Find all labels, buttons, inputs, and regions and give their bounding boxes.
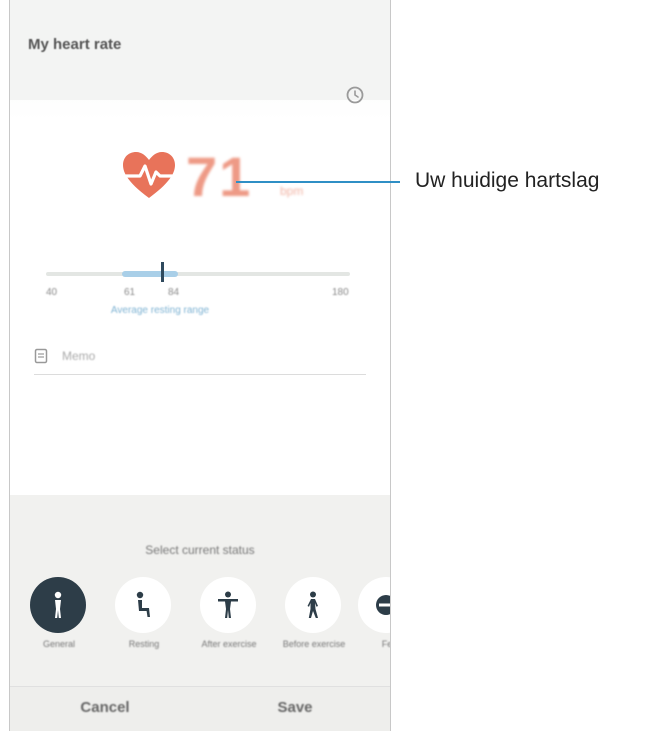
callout-line [236,181,400,183]
range-caption: Average resting range [110,305,210,316]
status-more-button[interactable]: Fe [350,577,390,657]
status-label: Fe [381,639,390,649]
status-label: General [42,639,76,649]
status-general-button[interactable]: General [22,577,96,657]
scale-tick-range-high: 84 [168,287,180,298]
status-label: Before exercise [282,639,346,649]
bpm-unit: bpm [280,184,304,198]
phone-screen: My heart rate 71 bpm 40 61 84 180 Averag… [9,0,391,731]
status-icon [376,595,390,615]
scale-tick-max: 180 [332,287,349,298]
person-walking-icon [307,591,318,618]
resting-range-bar [122,271,178,277]
status-resting-button[interactable]: Resting [107,577,181,657]
heart-icon [123,152,175,198]
scale-tick-min: 40 [46,287,58,298]
status-sheet-title: Select current status [145,543,255,557]
memo-field[interactable]: Memo [34,342,366,375]
callout-label: Uw huidige hartslag [415,169,600,192]
status-before-exercise-button[interactable]: Before exercise [277,577,351,657]
person-exercise-icon [218,591,238,618]
person-sitting-icon [136,591,150,617]
save-button[interactable]: Save [220,699,370,716]
memo-placeholder: Memo [62,349,96,363]
page-title: My heart rate [28,36,122,53]
app-bar: My heart rate [10,0,390,100]
current-rate-marker [161,262,164,282]
history-icon[interactable] [344,84,366,106]
heart-rate-display: 71 bpm [120,145,320,220]
action-bar: Cancel Save [10,686,390,731]
person-standing-icon [54,591,62,618]
heart-rate-scale [46,272,350,276]
memo-icon [34,348,48,364]
status-label: After exercise [201,639,257,649]
bpm-value: 71 [186,145,253,208]
status-label: Resting [128,639,160,649]
status-after-exercise-button[interactable]: After exercise [192,577,266,657]
scale-tick-range-low: 61 [124,287,136,298]
cancel-button[interactable]: Cancel [30,699,180,716]
